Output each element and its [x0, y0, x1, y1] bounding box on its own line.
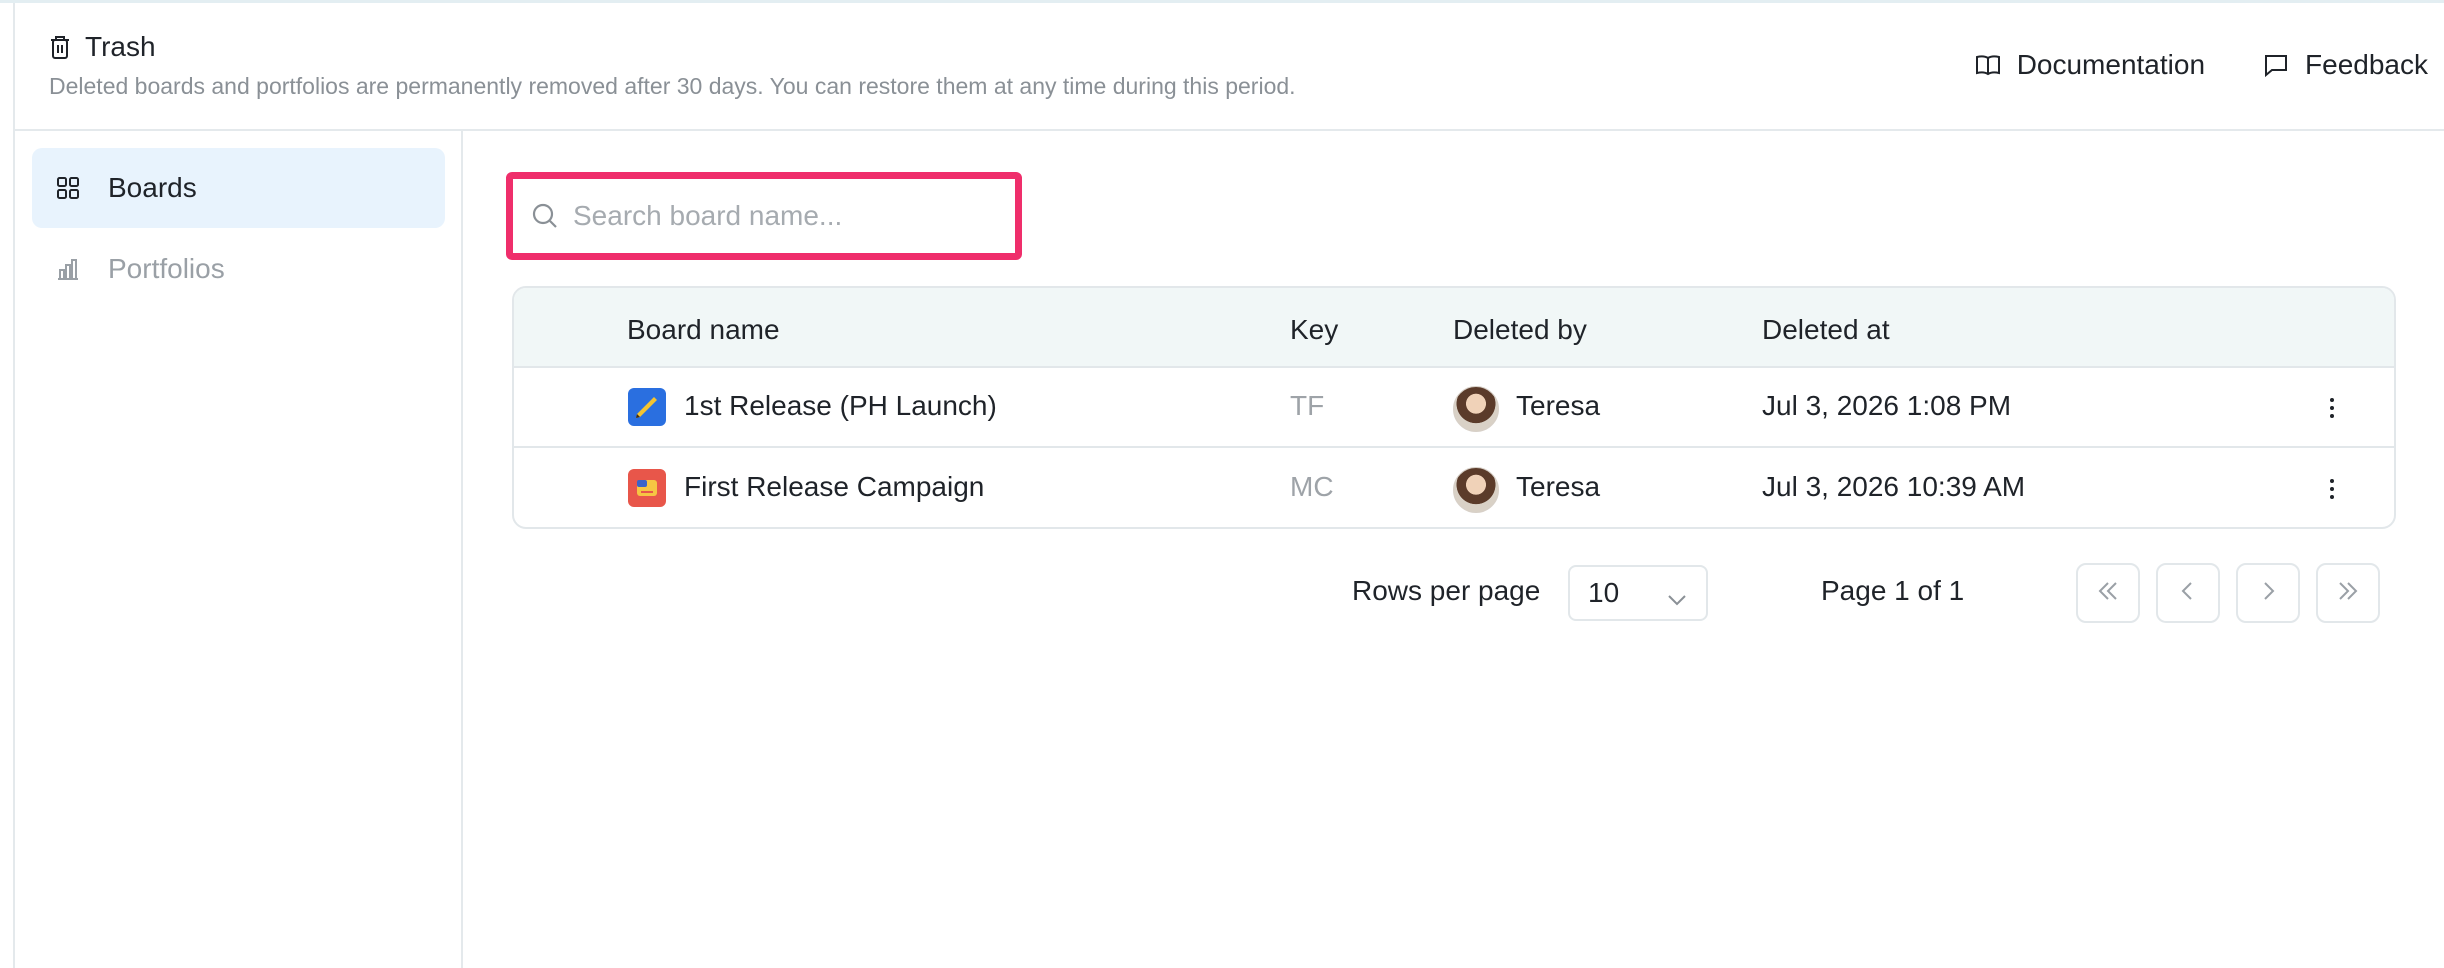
table-row[interactable]: First Release Campaign MC Teresa Jul 3, … — [514, 449, 2394, 527]
chevrons-right-icon — [2334, 577, 2362, 610]
trash-page: Trash Deleted boards and portfolios are … — [0, 0, 2444, 968]
chevron-right-icon — [2254, 577, 2282, 610]
chevrons-left-icon — [2094, 577, 2122, 610]
column-header-deleted-by: Deleted by — [1453, 314, 1587, 345]
key-cell: MC — [1290, 471, 1334, 502]
row-menu-icon[interactable] — [2322, 394, 2342, 422]
trash-icon — [49, 34, 71, 60]
deleted-at-cell: Jul 3, 2026 10:39 AM — [1762, 471, 2026, 502]
message-icon — [2263, 53, 2289, 77]
trash-table: Board name Key Deleted by Deleted at 1st… — [512, 286, 2396, 529]
bar-chart-icon — [56, 257, 80, 281]
grid-icon — [56, 176, 80, 200]
book-icon — [1975, 53, 2001, 77]
row-menu-icon[interactable] — [2322, 475, 2342, 503]
page-subtitle: Deleted boards and portfolios are perman… — [49, 73, 1296, 99]
page-header: Trash Deleted boards and portfolios are … — [15, 3, 2444, 131]
column-header-board-name: Board name — [627, 314, 780, 345]
left-rail — [0, 3, 15, 968]
sidebar-item-label: Boards — [108, 172, 197, 203]
board-name-cell: 1st Release (PH Launch) — [684, 390, 997, 421]
sidebar-item-label: Portfolios — [108, 253, 225, 284]
table-header: Board name Key Deleted by Deleted at — [514, 288, 2394, 368]
search-highlight — [506, 172, 1022, 260]
pencil-board-icon — [628, 388, 666, 426]
header-links: Documentation Feedback — [1975, 49, 2428, 81]
deleted-at-cell: Jul 3, 2026 1:08 PM — [1762, 390, 2012, 421]
title-row: Trash — [49, 31, 156, 63]
deleted-by-cell: Teresa — [1516, 471, 1601, 502]
feedback-label: Feedback — [2305, 49, 2428, 80]
column-header-deleted-at: Deleted at — [1762, 314, 1890, 345]
rows-per-page-select[interactable]: 10 — [1568, 565, 1708, 621]
documentation-link[interactable]: Documentation — [1975, 49, 2205, 81]
next-page-button[interactable] — [2236, 563, 2300, 623]
search-icon — [531, 202, 559, 230]
rows-per-page-label: Rows per page — [1352, 575, 1541, 606]
avatar — [1453, 467, 1499, 513]
search-input[interactable] — [573, 200, 993, 232]
campaign-board-icon — [628, 469, 666, 507]
board-name-cell: First Release Campaign — [684, 471, 985, 502]
sidebar-item-portfolios[interactable]: Portfolios — [32, 229, 445, 309]
deleted-by-cell: Teresa — [1516, 390, 1601, 421]
page-indicator: Page 1 of 1 — [1821, 575, 1965, 606]
documentation-label: Documentation — [2016, 49, 2206, 80]
sidebar-item-boards[interactable]: Boards — [32, 148, 445, 228]
key-cell: TF — [1290, 390, 1325, 421]
avatar — [1453, 386, 1499, 432]
column-header-key: Key — [1290, 314, 1339, 345]
chevron-down-icon — [1666, 585, 1688, 617]
search-box — [519, 185, 1009, 247]
sidebar: Boards Portfolios — [15, 131, 463, 968]
feedback-link[interactable]: Feedback — [2263, 49, 2428, 81]
table-row[interactable]: 1st Release (PH Launch) TF Teresa Jul 3,… — [514, 368, 2394, 448]
previous-page-button[interactable] — [2156, 563, 2220, 623]
last-page-button[interactable] — [2316, 563, 2380, 623]
first-page-button[interactable] — [2076, 563, 2140, 623]
rows-per-page-value: 10 — [1588, 577, 1620, 608]
chevron-left-icon — [2174, 577, 2202, 610]
page-title: Trash — [85, 31, 156, 62]
